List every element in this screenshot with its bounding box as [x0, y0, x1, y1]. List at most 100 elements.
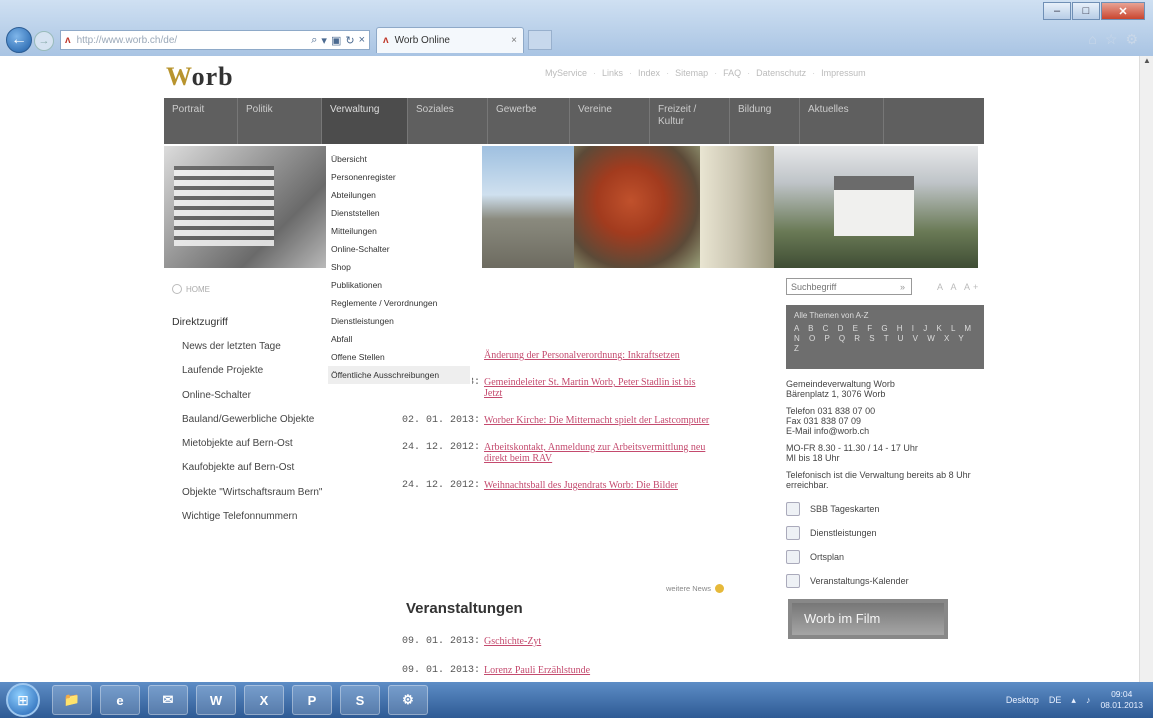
nav-politik[interactable]: Politik	[238, 98, 322, 144]
search-go-icon[interactable]: »	[900, 282, 905, 292]
dropdown-item[interactable]: Dienststellen	[328, 204, 470, 222]
nav-verwaltung[interactable]: Verwaltung	[322, 98, 408, 144]
dropdown-item[interactable]: Personenregister	[328, 168, 470, 186]
service-link-sitemap[interactable]: Sitemap	[675, 68, 708, 78]
contact-address: Bärenplatz 1, 3076 Worb	[786, 389, 886, 399]
worb-im-film-banner[interactable]: Worb im Film	[788, 599, 948, 639]
service-link-impressum[interactable]: Impressum	[821, 68, 866, 78]
event-link[interactable]: Lorenz Pauli Erzählstunde	[484, 665, 716, 676]
service-links: MyService · Links · Index · Sitemap · FAQ · D…	[545, 68, 866, 78]
vertical-scrollbar[interactable]: ▲	[1139, 56, 1153, 682]
nav-portrait[interactable]: Portrait	[164, 98, 238, 144]
service-veranstaltungs-kalender[interactable]: Veranstaltungs-Kalender	[786, 569, 986, 593]
nav-freizeit-kultur[interactable]: Freizeit / Kultur	[650, 98, 730, 144]
site-logo[interactable]: Worb	[166, 62, 234, 92]
dropdown-item[interactable]: Offene Stellen	[328, 348, 470, 366]
direct-access-item[interactable]: Wichtige Telefonnummern	[182, 510, 332, 534]
service-sbb-tageskarten[interactable]: SBB Tageskarten	[786, 497, 986, 521]
news-link[interactable]: Gemeindeleiter St. Martin Worb, Peter St…	[484, 377, 716, 399]
tab-worb-online[interactable]: ʌ Worb Online ×	[376, 27, 524, 53]
dropdown-item[interactable]: Online-Schalter	[328, 240, 470, 258]
dropdown-item[interactable]: Shop	[328, 258, 470, 276]
explorer-icon[interactable]: 📁	[52, 685, 92, 715]
map-icon	[786, 550, 800, 564]
dropdown-item[interactable]: Dienstleistungen	[328, 312, 470, 330]
dropdown-item[interactable]: Reglemente / Verordnungen	[328, 294, 470, 312]
contact-fax: Fax 031 838 07 09	[786, 416, 862, 426]
word-icon[interactable]: W	[196, 685, 236, 715]
desktop-toolbar[interactable]: Desktop	[1006, 695, 1039, 705]
outlook-icon[interactable]: ✉	[148, 685, 188, 715]
direct-access-item[interactable]: Mietobjekte auf Bern-Ost	[182, 437, 332, 461]
service-link-index[interactable]: Index	[638, 68, 660, 78]
stop-icon[interactable]: ×	[359, 34, 365, 47]
dropdown-item[interactable]: Mitteilungen	[328, 222, 470, 240]
service-link-datenschutz[interactable]: Datenschutz	[756, 68, 806, 78]
address-bar[interactable]: ʌ http://www.worb.ch/de/ ⌕ ▾ ▣ ↻ ×	[60, 30, 370, 50]
dropdown-item[interactable]: Übersicht	[328, 150, 470, 168]
url-text[interactable]: http://www.worb.ch/de/	[77, 35, 312, 46]
dropdown-icon[interactable]: ▾	[321, 34, 327, 47]
skype-icon[interactable]: S	[340, 685, 380, 715]
contact-email[interactable]: E-Mail info@worb.ch	[786, 426, 869, 436]
nav-vereine[interactable]: Vereine	[570, 98, 650, 144]
forward-button[interactable]: →	[34, 31, 54, 51]
direct-access-item[interactable]: News der letzten Tage	[182, 340, 332, 364]
start-button[interactable]: ⊞	[6, 683, 40, 717]
dropdown-item[interactable]: Publikationen	[328, 276, 470, 294]
service-label: Veranstaltungs-Kalender	[810, 576, 909, 586]
favorites-icon[interactable]: ☆	[1105, 31, 1118, 48]
dropdown-item[interactable]: Öffentliche Ausschreibungen	[328, 366, 470, 384]
direct-access-item[interactable]: Online-Schalter	[182, 389, 332, 413]
network-icon[interactable]: ▴	[1071, 695, 1076, 706]
service-link-myservice[interactable]: MyService	[545, 68, 587, 78]
direct-access-item[interactable]: Bauland/Gewerbliche Objekte	[182, 413, 332, 437]
direct-access-item[interactable]: Objekte "Wirtschaftsraum Bern"	[182, 486, 332, 510]
dropdown-item[interactable]: Abfall	[328, 330, 470, 348]
excel-icon[interactable]: X	[244, 685, 284, 715]
clock[interactable]: 09:04 08.01.2013	[1100, 689, 1143, 711]
new-tab-button[interactable]	[528, 30, 552, 50]
settings-icon[interactable]: ⚙	[1125, 31, 1138, 48]
refresh-icon[interactable]: ↻	[345, 34, 354, 47]
app-icon[interactable]: ⚙	[388, 685, 428, 715]
event-link[interactable]: Gschichte-Zyt	[484, 636, 716, 647]
back-button[interactable]: ←	[6, 27, 32, 53]
tab-close-icon[interactable]: ×	[511, 35, 517, 46]
compatibility-icon[interactable]: ▣	[331, 34, 341, 47]
news-link[interactable]: Arbeitskontakt, Anmeldung zur Arbeitsver…	[484, 442, 716, 464]
scroll-up-icon[interactable]: ▲	[1140, 56, 1153, 70]
home-link[interactable]: HOME	[172, 284, 210, 294]
nav-bildung[interactable]: Bildung	[730, 98, 800, 144]
minimize-button[interactable]: –	[1043, 2, 1071, 20]
nav-aktuelles[interactable]: Aktuelles	[800, 98, 884, 144]
more-news-link[interactable]: weitere News	[666, 584, 725, 593]
direct-access-item[interactable]: Kaufobjekte auf Bern-Ost	[182, 461, 332, 485]
service-link-faq[interactable]: FAQ	[723, 68, 741, 78]
az-letters[interactable]: A B C D E F G H I J K L M N O P Q R S T …	[794, 324, 976, 354]
banner-photo-village	[482, 146, 574, 268]
news-link[interactable]: Worber Kirche: Die Mitternacht spielt de…	[484, 415, 716, 426]
search-input[interactable]	[786, 278, 912, 295]
search-icon[interactable]: ⌕	[311, 34, 317, 47]
direct-access-item[interactable]: Laufende Projekte	[182, 364, 332, 388]
maximize-button[interactable]: □	[1072, 2, 1100, 20]
service-link-links[interactable]: Links	[602, 68, 623, 78]
powerpoint-icon[interactable]: P	[292, 685, 332, 715]
news-date: 24. 12. 2012:	[401, 480, 480, 491]
service-dienstleistungen[interactable]: Dienstleistungen	[786, 521, 986, 545]
font-size-controls[interactable]: A A A+	[937, 282, 981, 292]
news-link[interactable]: Änderung der Personalverordnung: Inkraft…	[484, 350, 716, 361]
language-indicator[interactable]: DE	[1049, 695, 1062, 705]
home-icon[interactable]: ⌂	[1088, 31, 1096, 48]
banner-photo-tree	[574, 146, 700, 268]
news-link[interactable]: Weihnachtsball des Jugendrats Worb: Die …	[484, 480, 716, 491]
nav-soziales[interactable]: Soziales	[408, 98, 488, 144]
service-ortsplan[interactable]: Ortsplan	[786, 545, 986, 569]
volume-icon[interactable]: ♪	[1086, 695, 1091, 705]
dropdown-item[interactable]: Abteilungen	[328, 186, 470, 204]
nav-gewerbe[interactable]: Gewerbe	[488, 98, 570, 144]
internet-explorer-icon[interactable]: e	[100, 685, 140, 715]
event-date: 09. 01. 2013:	[401, 636, 480, 647]
close-button[interactable]: ✕	[1101, 2, 1145, 20]
